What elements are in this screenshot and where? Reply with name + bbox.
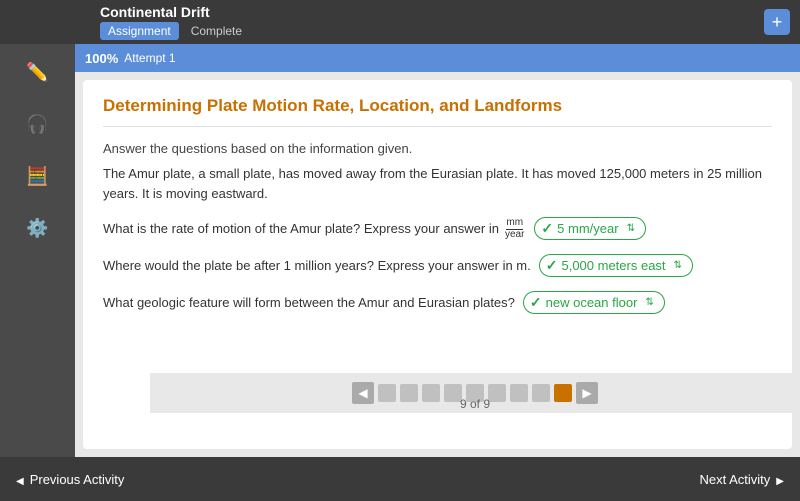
q1-arrows-icon: ⇅ [627, 223, 635, 234]
next-activity-button[interactable]: Next Activity [700, 472, 785, 487]
headphones-icon[interactable]: 🎧 [20, 106, 56, 142]
instructions: Answer the questions based on the inform… [103, 141, 772, 156]
page-dot-9[interactable] [554, 384, 572, 402]
prev-activity-button[interactable]: Previous Activity [16, 472, 124, 487]
q3-answer[interactable]: ✓ new ocean floor ⇅ [523, 291, 665, 314]
page-dot-4[interactable] [444, 384, 462, 402]
q2-answer[interactable]: ✓ 5,000 meters east ⇅ [539, 254, 693, 277]
pagination-nav: ◀ ▶ [150, 373, 800, 413]
page-dot-2[interactable] [400, 384, 418, 402]
page-dot-3[interactable] [422, 384, 440, 402]
top-bar: Continental Drift Assignment Complete + [0, 0, 800, 44]
q1-text: What is the rate of motion of the Amur p… [103, 221, 499, 236]
attempt-label: Attempt 1 [124, 51, 175, 65]
progress-percent: 100% [85, 51, 118, 66]
q3-arrows-icon: ⇅ [645, 297, 653, 308]
question-row-1: What is the rate of motion of the Amur p… [103, 217, 772, 240]
question-row-2: Where would the plate be after 1 million… [103, 254, 772, 277]
q3-check-icon: ✓ [530, 294, 542, 311]
q1-answer[interactable]: ✓ 5 mm/year ⇅ [534, 217, 646, 240]
q2-text: Where would the plate be after 1 million… [103, 258, 531, 273]
prev-page-button[interactable]: ◀ [352, 382, 374, 404]
question-row-3: What geologic feature will form between … [103, 291, 772, 314]
tab-area: Assignment Complete [100, 22, 764, 40]
sidebar: ✏️ 🎧 🧮 ⚙️ [0, 44, 75, 457]
page-title: Continental Drift [100, 4, 764, 20]
calculator-icon[interactable]: 🧮 [20, 158, 56, 194]
q2-check-icon: ✓ [546, 257, 558, 274]
page-dot-7[interactable] [510, 384, 528, 402]
page-dot-6[interactable] [488, 384, 506, 402]
q2-answer-text: 5,000 meters east [561, 258, 665, 273]
page-dot-1[interactable] [378, 384, 396, 402]
page-dot-5[interactable] [466, 384, 484, 402]
q2-arrows-icon: ⇅ [674, 260, 682, 271]
tab-assignment[interactable]: Assignment [100, 22, 179, 40]
title-area: Continental Drift Assignment Complete [10, 4, 764, 40]
q1-unit: mm year [505, 218, 524, 240]
main-content: 100% Attempt 1 Determining Plate Motion … [75, 44, 800, 457]
footer: Previous Activity Next Activity [0, 457, 800, 501]
prev-activity-label: Previous Activity [30, 472, 125, 487]
prev-arrow-icon [16, 472, 24, 487]
settings-icon[interactable]: ⚙️ [20, 210, 56, 246]
add-button[interactable]: + [764, 9, 790, 35]
q3-text: What geologic feature will form between … [103, 295, 515, 310]
q1-answer-text: 5 mm/year [557, 221, 618, 236]
next-activity-label: Next Activity [700, 472, 771, 487]
question-title: Determining Plate Motion Rate, Location,… [103, 96, 772, 127]
passage: The Amur plate, a small plate, has moved… [103, 164, 772, 203]
pencil-icon[interactable]: ✏️ [20, 54, 56, 90]
q3-answer-text: new ocean floor [546, 295, 638, 310]
next-page-button[interactable]: ▶ [576, 382, 598, 404]
tab-complete[interactable]: Complete [183, 22, 250, 40]
next-arrow-icon [776, 472, 784, 487]
q1-check-icon: ✓ [541, 220, 553, 237]
page-dot-8[interactable] [532, 384, 550, 402]
progress-bar: 100% Attempt 1 [75, 44, 800, 72]
